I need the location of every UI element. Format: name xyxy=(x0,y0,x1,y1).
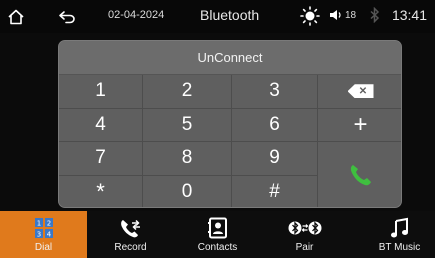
bluetooth-status-icon xyxy=(370,6,380,26)
volume-level: 18 xyxy=(345,9,357,21)
brightness-icon[interactable] xyxy=(300,6,320,26)
back-icon[interactable] xyxy=(57,7,77,27)
connection-status: UnConnect xyxy=(59,41,401,75)
call-button[interactable] xyxy=(318,142,401,207)
svg-text:3: 3 xyxy=(36,231,40,239)
nav-record[interactable]: Record xyxy=(87,211,174,258)
key-5[interactable]: 5 xyxy=(143,108,232,142)
nav-contacts[interactable]: Contacts xyxy=(174,211,261,258)
key-4[interactable]: 4 xyxy=(59,108,143,142)
nav-record-label: Record xyxy=(114,242,147,253)
speaker-icon xyxy=(330,10,341,20)
bluetooth-pair-icon xyxy=(288,216,322,240)
phone-call-icon xyxy=(350,165,371,186)
key-1[interactable]: 1 xyxy=(59,75,143,109)
nav-bt-music[interactable]: BT Music xyxy=(348,211,435,258)
status-bar: 02-04-2024 Bluetooth 18 13:41 xyxy=(0,0,435,33)
key-star[interactable]: * xyxy=(59,175,143,207)
nav-contacts-label: Contacts xyxy=(197,242,238,253)
page-title: Bluetooth xyxy=(200,7,260,23)
backspace-button[interactable]: ✕ xyxy=(318,75,401,109)
dial-pad: UnConnect 1 2 3 ✕ 4 5 6 + 7 8 9 * 0 # xyxy=(58,40,402,208)
key-8[interactable]: 8 xyxy=(143,142,232,176)
nav-bt-music-label: BT Music xyxy=(378,242,421,253)
key-3[interactable]: 3 xyxy=(232,75,318,109)
key-9[interactable]: 9 xyxy=(232,142,318,176)
key-hash[interactable]: # xyxy=(232,175,318,207)
keypad-grid: 1 2 3 ✕ 4 5 6 + 7 8 9 * 0 # xyxy=(59,75,401,207)
svg-text:4: 4 xyxy=(46,231,51,239)
music-note-icon xyxy=(390,216,410,240)
svg-text:1: 1 xyxy=(36,220,40,228)
key-0[interactable]: 0 xyxy=(143,175,232,207)
key-plus[interactable]: + xyxy=(318,108,401,142)
dial-grid-icon: 1 2 3 4 xyxy=(34,216,54,240)
nav-dial-label: Dial xyxy=(34,242,53,253)
nav-pair[interactable]: Pair xyxy=(261,211,348,258)
status-date: 02-04-2024 xyxy=(108,9,165,21)
bottom-nav: 1 2 3 4 Dial Record Contacts Pair BT Mus… xyxy=(0,211,435,258)
contacts-icon xyxy=(207,216,228,240)
status-time: 13:41 xyxy=(391,7,427,23)
nav-pair-label: Pair xyxy=(295,242,314,253)
call-record-icon xyxy=(119,216,143,240)
home-icon[interactable] xyxy=(6,7,26,27)
svg-text:2: 2 xyxy=(46,220,50,228)
nav-dial[interactable]: 1 2 3 4 Dial xyxy=(0,211,87,258)
key-2[interactable]: 2 xyxy=(143,75,232,109)
volume-indicator[interactable]: 18 xyxy=(329,9,356,21)
backspace-icon: ✕ xyxy=(347,84,374,99)
key-7[interactable]: 7 xyxy=(59,142,143,176)
key-6[interactable]: 6 xyxy=(232,108,318,142)
main-area: UnConnect 1 2 3 ✕ 4 5 6 + 7 8 9 * 0 # xyxy=(0,33,435,211)
